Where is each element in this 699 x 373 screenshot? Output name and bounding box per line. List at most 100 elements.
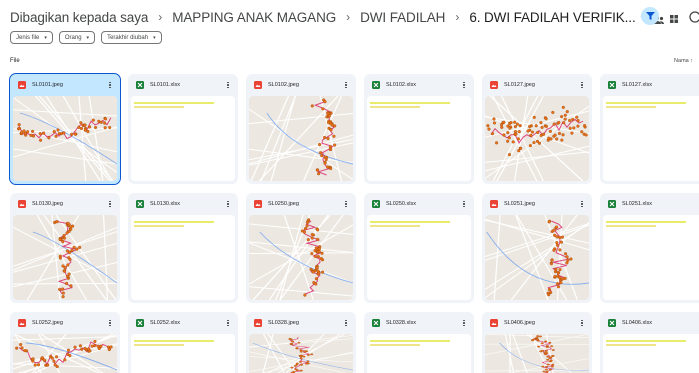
map-road	[262, 334, 274, 373]
sheet-highlight-row	[606, 344, 656, 346]
sort-by-name-button[interactable]: Nama ↑	[674, 58, 693, 64]
map-image	[485, 215, 589, 300]
more-options-icon[interactable]	[460, 318, 468, 328]
map-point	[305, 224, 309, 228]
sheet-highlight-row	[370, 106, 420, 108]
more-options-icon[interactable]	[578, 199, 586, 209]
map-point	[23, 349, 27, 353]
file-card[interactable]: SL0406.xlsx	[600, 312, 699, 373]
more-options-icon[interactable]	[224, 318, 232, 328]
map-point	[333, 143, 337, 147]
file-name: SL0101.jpeg	[32, 82, 63, 88]
more-options-icon[interactable]	[106, 80, 114, 90]
map-point	[329, 147, 333, 151]
file-card[interactable]: SL0101.jpeg	[9, 73, 121, 185]
map-point	[103, 126, 107, 130]
file-card[interactable]: SL0130.xlsx	[128, 193, 238, 303]
grid-view-icon[interactable]	[669, 11, 679, 23]
file-card-header: SL0252.jpeg	[10, 312, 120, 334]
map-road	[485, 224, 589, 261]
map-point	[295, 347, 299, 349]
map-point	[548, 341, 552, 344]
more-options-icon[interactable]	[106, 318, 114, 328]
file-card[interactable]: SL0127.jpeg	[482, 74, 592, 184]
file-card[interactable]: SL0101.xlsx	[128, 74, 238, 184]
map-point	[36, 363, 41, 367]
more-options-icon[interactable]	[342, 318, 350, 328]
file-card-header: SL0250.xlsx	[364, 193, 474, 215]
file-card[interactable]: SL0102.jpeg	[246, 74, 356, 184]
more-options-icon[interactable]	[460, 80, 468, 90]
map-road	[283, 215, 314, 300]
map-point	[87, 347, 91, 351]
info-icon[interactable]	[689, 10, 699, 23]
file-name: SL0130.xlsx	[150, 201, 180, 207]
filter-file-type[interactable]: Jenis file ▾	[10, 31, 53, 44]
file-name: SL0127.jpeg	[504, 82, 535, 88]
spreadsheet-file-icon	[608, 319, 616, 327]
map-point	[552, 248, 556, 252]
map-point	[322, 135, 327, 140]
map-point	[310, 104, 314, 108]
file-card[interactable]: SL0251.jpeg	[482, 193, 592, 303]
spreadsheet-file-icon	[372, 200, 380, 208]
map-point	[289, 342, 293, 345]
more-options-icon[interactable]	[224, 199, 232, 209]
breadcrumb-shared-with-me[interactable]: Dibagikan kepada saya	[10, 10, 148, 25]
map-point	[70, 248, 74, 252]
map-thumbnail	[485, 215, 589, 300]
map-point	[299, 364, 304, 366]
map-point	[103, 121, 107, 125]
file-card[interactable]: SL0130.jpeg	[10, 193, 120, 303]
file-card[interactable]: SL0252.jpeg	[10, 312, 120, 373]
map-point	[534, 124, 538, 128]
filter-last-modified[interactable]: Terakhir diubah ▾	[101, 31, 162, 44]
map-point	[568, 118, 572, 123]
file-card[interactable]: SL0328.xlsx	[364, 312, 474, 373]
more-options-icon[interactable]	[342, 199, 350, 209]
filter-icon[interactable]	[641, 7, 659, 25]
map-point	[87, 125, 92, 129]
file-card[interactable]: SL0328.jpeg	[246, 312, 356, 373]
file-card[interactable]: SL0406.jpeg	[482, 312, 592, 373]
map-point	[295, 362, 299, 365]
map-point	[62, 233, 66, 238]
breadcrumb-current-folder[interactable]: 6. DWI FADILAH VERIFIK...	[469, 10, 635, 25]
file-card-header: SL0130.xlsx	[128, 193, 238, 215]
more-options-icon[interactable]	[578, 80, 586, 90]
more-options-icon[interactable]	[460, 199, 468, 209]
map-road	[249, 224, 353, 285]
breadcrumb-dwi-fadilah[interactable]: DWI FADILAH	[360, 10, 445, 25]
file-card[interactable]: SL0252.xlsx	[128, 312, 238, 373]
map-point	[79, 121, 83, 125]
more-options-icon[interactable]	[224, 80, 232, 90]
map-point	[317, 247, 321, 251]
map-point	[63, 266, 67, 270]
file-name: SL0328.xlsx	[386, 320, 416, 326]
file-card[interactable]: SL0251.xlsx	[600, 193, 699, 303]
map-point	[555, 241, 559, 245]
map-thumbnail	[13, 215, 117, 300]
map-point	[561, 133, 565, 137]
image-file-icon	[254, 319, 262, 327]
file-name: SL0406.xlsx	[622, 320, 652, 326]
map-point	[73, 345, 77, 349]
map-point	[572, 126, 576, 130]
file-card[interactable]: SL0102.xlsx	[364, 74, 474, 184]
file-card[interactable]: SL0250.jpeg	[246, 193, 356, 303]
map-point	[306, 362, 310, 365]
map-point	[290, 366, 294, 369]
file-card[interactable]: SL0250.xlsx	[364, 193, 474, 303]
breadcrumb-mapping-folder[interactable]: MAPPING ANAK MAGANG	[172, 10, 336, 25]
sheet-highlight-row	[370, 102, 450, 104]
filter-people[interactable]: Orang ▾	[58, 31, 96, 44]
image-file-icon	[254, 81, 262, 89]
more-options-icon[interactable]	[106, 199, 114, 209]
map-point	[93, 339, 97, 344]
more-options-icon[interactable]	[578, 318, 586, 328]
file-card[interactable]: SL0127.xlsx	[600, 74, 699, 184]
map-point	[69, 132, 74, 136]
more-options-icon[interactable]	[342, 80, 350, 90]
map-point	[31, 129, 35, 133]
map-thumbnail	[13, 334, 117, 373]
